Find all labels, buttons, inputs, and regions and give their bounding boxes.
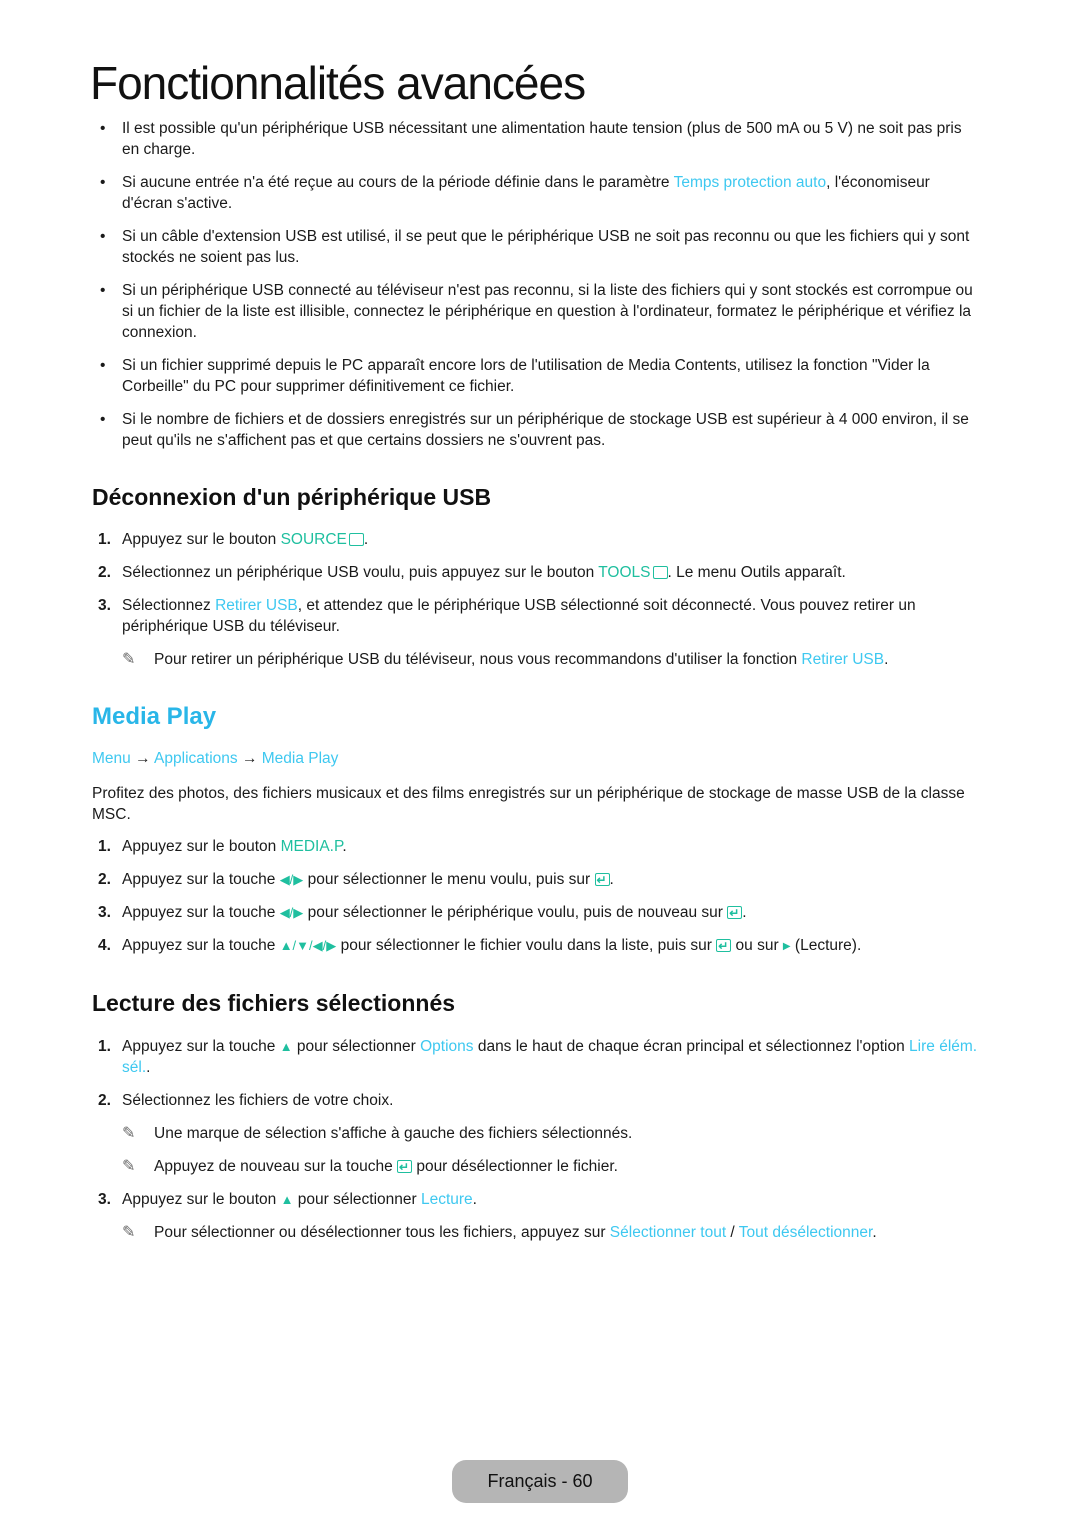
selected-files-steps: 1. Appuyez sur la touche ▲ pour sélection… [92, 1036, 992, 1255]
step-item: 4. Appuyez sur la touche ▲/▼/◀/▶ pour sél… [92, 935, 992, 957]
list-item: • Si aucune entrée n'a été reçue au cours… [100, 174, 930, 212]
step-item: 3. Sélectionnez Retirer USB, et attendez … [98, 597, 916, 635]
list-item: • Si le nombre de fichiers et de dossiers… [100, 411, 969, 449]
media-play-steps: 1. Appuyez sur le bouton MEDIA.P. 2. Appuy… [92, 836, 992, 969]
link-temps-protection-auto[interactable]: Temps protection auto [674, 174, 827, 191]
tools-icon [652, 566, 668, 579]
link-deselect-all[interactable]: Tout désélectionner [739, 1224, 873, 1241]
section-heading-media-play: Media Play [92, 703, 217, 730]
step-item: 1. Appuyez sur le bouton MEDIA.P. [98, 838, 347, 855]
note-item: ✎ Une marque de sélection s'affiche à gau… [122, 1125, 633, 1142]
source-icon [348, 533, 364, 546]
bullet-icon: • [100, 282, 106, 299]
breadcrumb-item-menu[interactable]: Menu [92, 750, 131, 767]
step-item: 2. Sélectionnez les fichiers de votre cho… [98, 1092, 394, 1109]
breadcrumb-item-media-play[interactable]: Media Play [262, 750, 339, 767]
step-item: 2. Sélectionnez un périphérique USB voulu… [98, 564, 846, 581]
list-item: • Si un fichier supprimé depuis le PC app… [100, 357, 930, 395]
enter-icon [397, 1157, 413, 1178]
page-number-label: Français - 60 [487, 1471, 593, 1491]
section-heading-disconnect: Déconnexion d'un périphérique USB [92, 484, 492, 510]
page-number-badge: Français - 60 [452, 1460, 628, 1503]
notes-list: • Il est possible qu'un périphérique USB … [92, 118, 982, 463]
list-item: • Si un câble d'extension USB est utilisé… [100, 228, 970, 266]
note-item: ✎ Pour sélectionner ou désélectionner tou… [122, 1224, 877, 1241]
pencil-icon: ✎ [122, 1158, 136, 1175]
link-select-all[interactable]: Sélectionner tout [610, 1224, 726, 1241]
enter-icon [594, 870, 610, 891]
page-title: Fonctionnalités avancées [90, 57, 586, 109]
bullet-icon: • [100, 411, 106, 428]
bullet-icon: • [100, 120, 106, 137]
step-item: 1. Appuyez sur le bouton SOURCE. [98, 531, 369, 548]
up-arrow-icon: ▲ [279, 1039, 293, 1054]
breadcrumb: Menu → Applications → Media Play [92, 750, 338, 768]
bullet-icon: • [100, 357, 106, 374]
breadcrumb-item-applications[interactable]: Applications [154, 750, 238, 767]
disconnect-steps: 1. Appuyez sur le bouton SOURCE. 2. Sélect… [92, 529, 992, 682]
arrow-right-icon: → [241, 750, 258, 767]
link-retirer-usb-note[interactable]: Retirer USB [801, 651, 884, 668]
up-arrow-icon: ▲ [280, 1192, 294, 1207]
media-p-button-label: MEDIA.P [280, 838, 343, 855]
list-item: • Il est possible qu'un périphérique USB … [100, 120, 962, 158]
link-retirer-usb[interactable]: Retirer USB [215, 597, 298, 614]
direction-arrows-icon: ▲/▼/◀/▶ [279, 938, 337, 953]
step-item: 3. Appuyez sur le bouton ▲ pour sélection… [98, 1191, 477, 1208]
source-button-label: SOURCE [280, 531, 347, 548]
bullet-icon: • [100, 174, 106, 191]
pencil-icon: ✎ [122, 651, 136, 668]
tools-button-label: TOOLS [598, 564, 651, 581]
media-play-intro: Profitez des photos, des fichiers musica… [92, 785, 965, 823]
link-lecture[interactable]: Lecture [421, 1191, 473, 1208]
pencil-icon: ✎ [122, 1224, 136, 1241]
bullet-icon: • [100, 228, 106, 245]
note-item: ✎Appuyez de nouveau sur la touche pour d… [122, 1156, 992, 1178]
step-item: 1. Appuyez sur la touche ▲ pour sélection… [98, 1038, 978, 1076]
enter-icon [716, 936, 732, 957]
arrow-right-icon: → [135, 750, 151, 767]
list-item: • Si un périphérique USB connecté au télé… [100, 282, 973, 341]
note-item: ✎ Pour retirer un périphérique USB du tél… [122, 651, 889, 668]
link-options[interactable]: Options [420, 1038, 473, 1055]
step-item: 2. Appuyez sur la touche ◀/▶ pour sélecti… [92, 869, 992, 891]
left-right-arrows-icon: ◀/▶ [279, 872, 304, 887]
step-item: 3. Appuyez sur la touche ◀/▶ pour sélecti… [92, 902, 992, 924]
left-right-arrows-icon: ◀/▶ [279, 905, 304, 920]
pencil-icon: ✎ [122, 1125, 136, 1142]
play-icon: ▶ [782, 941, 791, 952]
section-heading-selected-files: Lecture des fichiers sélectionnés [92, 990, 456, 1016]
enter-icon [727, 903, 743, 924]
